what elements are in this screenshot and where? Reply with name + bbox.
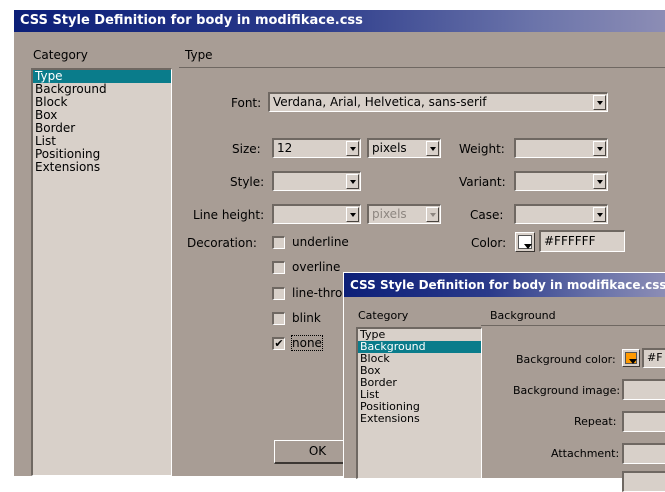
chevron-down-icon[interactable] xyxy=(593,174,606,189)
bg-color-picker-button[interactable] xyxy=(622,349,640,367)
overlay-title-bar[interactable]: CSS Style Definition for body in modifik… xyxy=(344,273,665,297)
repeat-select[interactable] xyxy=(622,411,665,432)
chevron-down-icon[interactable] xyxy=(426,207,439,222)
variant-select[interactable] xyxy=(514,171,608,191)
repeat-label: Repeat: xyxy=(574,415,617,428)
line-height-unit-select[interactable]: pixels xyxy=(367,204,441,224)
line-height-label: Line height: xyxy=(193,208,265,222)
overlay-title: CSS Style Definition for body in modifik… xyxy=(350,278,665,292)
dialog-title-bar[interactable]: CSS Style Definition for body in modifik… xyxy=(14,10,665,32)
chevron-down-icon[interactable] xyxy=(593,141,606,156)
overline-label: overline xyxy=(292,260,341,274)
line-through-label: line-thro xyxy=(292,286,343,300)
category-item-extensions[interactable]: Extensions xyxy=(33,161,171,174)
chevron-down-icon[interactable] xyxy=(346,207,359,222)
chevron-down-icon xyxy=(524,244,532,249)
color-input[interactable]: #FFFFFF xyxy=(539,230,625,252)
case-select[interactable] xyxy=(514,204,608,224)
bg-image-label: Background image: xyxy=(513,384,621,397)
overline-checkbox[interactable] xyxy=(272,261,285,274)
line-through-checkbox[interactable] xyxy=(272,287,285,300)
size-unit-select[interactable]: pixels xyxy=(367,138,441,158)
line-height-select[interactable] xyxy=(272,204,361,224)
weight-select[interactable] xyxy=(514,138,608,158)
check-icon: ✔ xyxy=(274,337,284,350)
chevron-down-icon xyxy=(629,359,637,364)
size-select[interactable]: 12 xyxy=(272,138,361,158)
blink-label: blink xyxy=(292,311,321,325)
attachment-select[interactable] xyxy=(622,443,665,464)
none-checkbox[interactable]: ✔ xyxy=(272,337,285,350)
overlay-category-header: Category xyxy=(358,309,409,322)
weight-label: Weight: xyxy=(459,142,505,156)
font-label: Font: xyxy=(231,96,262,110)
color-label: Color: xyxy=(471,236,507,250)
color-picker-button[interactable] xyxy=(515,232,535,252)
none-label: none xyxy=(291,335,323,351)
size-label: Size: xyxy=(232,142,261,156)
underline-checkbox[interactable] xyxy=(272,236,285,249)
category-header: Category xyxy=(33,48,88,62)
variant-label: Variant: xyxy=(459,175,506,189)
header-divider xyxy=(179,67,665,68)
chevron-down-icon[interactable] xyxy=(346,174,359,189)
panel-header: Type xyxy=(185,48,213,62)
font-select[interactable]: Verdana, Arial, Helvetica, sans-serif xyxy=(268,92,608,112)
next-field-partial[interactable] xyxy=(622,471,665,492)
underline-label: underline xyxy=(292,235,349,249)
style-select[interactable] xyxy=(272,171,361,191)
bg-image-input[interactable] xyxy=(622,379,665,400)
dialog-title: CSS Style Definition for body in modifik… xyxy=(20,13,363,28)
category-list[interactable]: Type Background Block Box Border List Po… xyxy=(31,68,172,476)
overlay-panel-header: Background xyxy=(490,309,556,322)
chevron-down-icon[interactable] xyxy=(346,141,359,156)
overlay-category-item-extensions[interactable]: Extensions xyxy=(358,413,481,425)
css-style-dialog-background: CSS Style Definition for body in modifik… xyxy=(343,272,665,492)
chevron-down-icon[interactable] xyxy=(426,141,439,156)
bg-color-input[interactable]: #F xyxy=(642,348,665,368)
decoration-label: Decoration: xyxy=(187,236,257,250)
chevron-down-icon[interactable] xyxy=(593,95,606,110)
case-label: Case: xyxy=(470,208,504,222)
bg-color-label: Background color: xyxy=(516,353,616,366)
blink-checkbox[interactable] xyxy=(272,312,285,325)
chevron-down-icon[interactable] xyxy=(593,207,606,222)
attachment-label: Attachment: xyxy=(551,447,620,460)
overlay-header-divider xyxy=(481,325,665,326)
style-label: Style: xyxy=(230,175,265,189)
overlay-category-list[interactable]: Type Background Block Box Border List Po… xyxy=(356,327,482,479)
